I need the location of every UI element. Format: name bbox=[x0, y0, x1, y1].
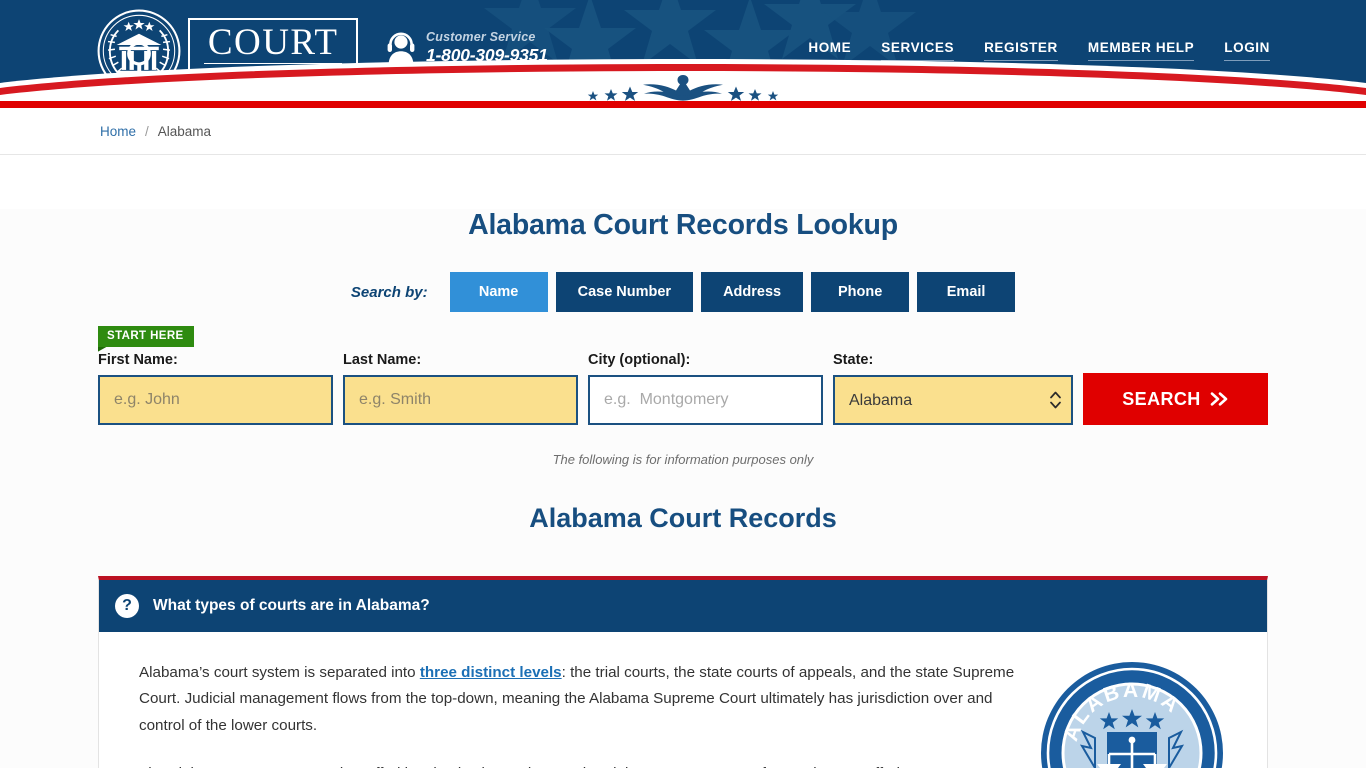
first-name-field-group: First Name: bbox=[98, 352, 333, 425]
disclaimer-text: The following is for information purpose… bbox=[552, 452, 814, 467]
search-form: START HERE First Name: Last Name: City (… bbox=[98, 326, 1268, 425]
alabama-seal-column: ALABAMA bbox=[1039, 660, 1225, 768]
state-label: State: bbox=[833, 352, 874, 368]
search-button-label: SEARCH bbox=[1122, 388, 1201, 409]
last-name-label: Last Name: bbox=[343, 352, 422, 368]
faq-p1-part1: Alabama’s court system is separated into bbox=[139, 664, 420, 681]
state-select[interactable]: Alabama bbox=[833, 375, 1073, 425]
tab-phone[interactable]: Phone bbox=[811, 272, 910, 312]
city-input[interactable] bbox=[588, 375, 823, 425]
site-header: COURT CASE FINDER Customer Service 1-800… bbox=[0, 0, 1366, 101]
customer-service-label: Customer Service bbox=[426, 30, 536, 44]
city-label: City (optional): bbox=[588, 352, 691, 368]
start-here-badge: START HERE bbox=[98, 326, 194, 347]
search-by-label: Search by: bbox=[350, 283, 428, 301]
breadcrumb-home-link[interactable]: Home bbox=[100, 124, 136, 139]
first-name-label: First Name: bbox=[98, 352, 178, 368]
tab-email[interactable]: Email bbox=[917, 272, 1016, 312]
tab-address[interactable]: Address bbox=[701, 272, 804, 312]
faq-paragraph-1: Alabama’s court system is separated into… bbox=[139, 660, 1019, 739]
faq-accordion-header[interactable]: ? What types of courts are in Alabama? bbox=[99, 580, 1267, 632]
search-by-row: Search by: Name Case Number Address Phon… bbox=[0, 272, 1366, 312]
state-field-group: State: Alabama bbox=[833, 352, 1073, 425]
last-name-input[interactable] bbox=[343, 375, 578, 425]
page-title: Alabama Court Records Lookup bbox=[468, 209, 898, 241]
breadcrumb-bar: Home / Alabama bbox=[0, 108, 1366, 155]
faq-accordion-body: Alabama’s court system is separated into… bbox=[99, 632, 1267, 768]
search-type-tabs: Name Case Number Address Phone Email bbox=[449, 272, 1016, 312]
search-button[interactable]: SEARCH bbox=[1083, 373, 1268, 425]
faq-paragraph-2: The Alabama Supreme Court is staffed by … bbox=[139, 761, 1019, 768]
eagle-banner-wrap bbox=[0, 67, 1366, 101]
double-chevron-right-icon bbox=[1210, 392, 1228, 406]
breadcrumb: Home / Alabama bbox=[0, 124, 211, 139]
tab-case-number[interactable]: Case Number bbox=[555, 272, 694, 312]
breadcrumb-separator: / bbox=[145, 123, 149, 139]
section-title: Alabama Court Records bbox=[529, 503, 837, 533]
three-distinct-levels-link[interactable]: three distinct levels bbox=[420, 664, 562, 681]
faq-accordion-title: What types of courts are in Alabama? bbox=[153, 597, 430, 614]
last-name-field-group: Last Name: bbox=[343, 352, 578, 425]
page-main: Alabama Court Records Lookup Search by: … bbox=[0, 209, 1366, 768]
faq-accordion-card: ? What types of courts are in Alabama? A… bbox=[98, 576, 1268, 768]
eagle-with-stars-icon bbox=[587, 75, 779, 101]
alabama-court-seal-icon: ALABAMA bbox=[1041, 662, 1223, 768]
question-mark-circle-icon: ? bbox=[115, 594, 139, 618]
first-name-input[interactable] bbox=[98, 375, 333, 425]
header-red-divider bbox=[0, 101, 1366, 108]
tab-name[interactable]: Name bbox=[449, 272, 548, 312]
city-field-group: City (optional): bbox=[588, 352, 823, 425]
breadcrumb-current: Alabama bbox=[157, 123, 212, 139]
